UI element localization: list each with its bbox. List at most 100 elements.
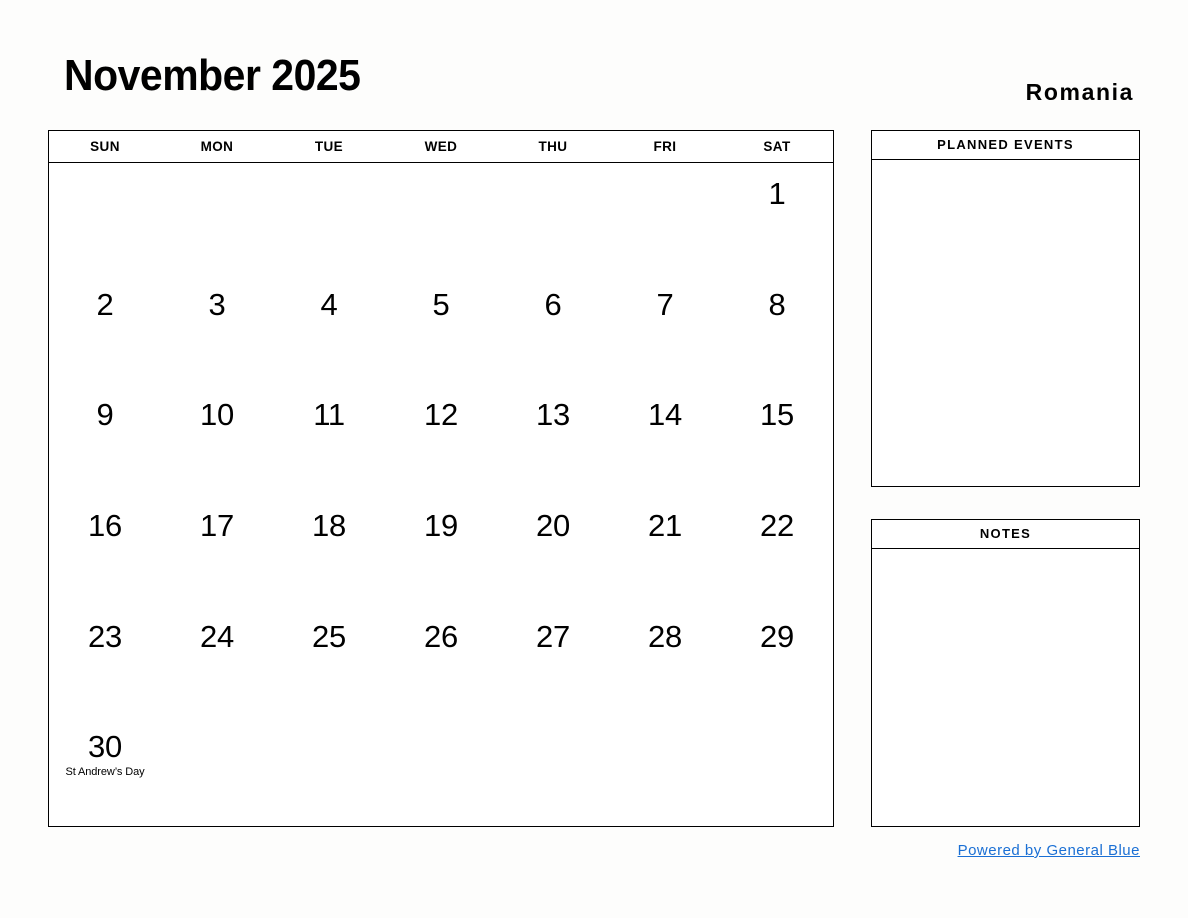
day-number: 25 — [312, 618, 346, 654]
day-number: 1 — [768, 176, 786, 211]
notes-writing-area[interactable] — [872, 549, 1139, 826]
day-cell-2[interactable]: 2 — [49, 274, 161, 385]
day-cell-9[interactable]: 9 — [49, 384, 161, 495]
day-cell-17[interactable]: 17 — [161, 495, 273, 606]
planned-events-panel: PLANNED EVENTS — [871, 130, 1140, 487]
calendar-grid: SUN MON TUE WED THU FRI SAT 1 2 3 4 5 6 7 8 9 10 11 12 13 1… — [48, 130, 834, 827]
day-number: 3 — [208, 286, 226, 322]
day-cell-18[interactable]: 18 — [273, 495, 385, 606]
day-cell-empty — [273, 716, 385, 827]
week-row: 2 3 4 5 6 7 8 — [49, 274, 833, 385]
day-cell-20[interactable]: 20 — [497, 495, 609, 606]
day-cell-26[interactable]: 26 — [385, 606, 497, 717]
day-number: 21 — [648, 508, 682, 544]
week-row: 16 17 18 19 20 21 22 — [49, 495, 833, 606]
day-number: 5 — [432, 286, 450, 322]
day-cell-12[interactable]: 12 — [385, 384, 497, 495]
day-cell-23[interactable]: 23 — [49, 606, 161, 717]
week-row: 30 St Andrew’s Day — [49, 716, 833, 827]
day-cell-empty — [609, 163, 721, 274]
day-number: 8 — [768, 286, 786, 322]
day-cell-empty — [609, 716, 721, 827]
day-cell-8[interactable]: 8 — [721, 274, 833, 385]
day-number: 2 — [96, 286, 114, 322]
weekday-header-sat: SAT — [763, 139, 791, 154]
week-row: 23 24 25 26 27 28 29 — [49, 606, 833, 717]
day-cell-21[interactable]: 21 — [609, 495, 721, 606]
day-number: 19 — [424, 508, 458, 544]
day-number: 12 — [424, 397, 458, 433]
planned-events-writing-area[interactable] — [872, 160, 1139, 486]
day-number: 11 — [313, 397, 345, 433]
weekday-header-fri: FRI — [653, 139, 677, 154]
page-header: November 2025 Romania — [48, 50, 1140, 120]
day-cell-15[interactable]: 15 — [721, 384, 833, 495]
calendar-weeks: 1 2 3 4 5 6 7 8 9 10 11 12 13 14 15 16 17 18 19 20 21 22 23 24 2… — [49, 163, 833, 827]
day-number: 7 — [656, 286, 674, 322]
footer: Powered by General Blue — [48, 842, 1140, 860]
page-title: November 2025 — [64, 51, 361, 100]
day-cell-28[interactable]: 28 — [609, 606, 721, 717]
weekday-header-tue: TUE — [314, 139, 344, 154]
day-cell-27[interactable]: 27 — [497, 606, 609, 717]
notes-panel: NOTES — [871, 519, 1140, 827]
powered-by-general-blue-link[interactable]: Powered by General Blue — [958, 842, 1140, 859]
weekday-header-mon: MON — [200, 139, 234, 154]
week-row: 9 10 11 12 13 14 15 — [49, 384, 833, 495]
notes-title: NOTES — [872, 520, 1139, 549]
day-cell-empty — [273, 163, 385, 274]
day-cell-6[interactable]: 6 — [497, 274, 609, 385]
country-label: Romania — [1025, 79, 1134, 105]
day-cell-7[interactable]: 7 — [609, 274, 721, 385]
day-number: 9 — [96, 397, 114, 433]
weekday-header-thu: THU — [538, 139, 568, 154]
day-number: 13 — [536, 397, 570, 433]
day-number: 23 — [88, 618, 122, 654]
day-cell-24[interactable]: 24 — [161, 606, 273, 717]
weekday-header-wed: WED — [424, 139, 458, 154]
day-number: 27 — [536, 618, 570, 654]
day-number: 10 — [200, 397, 234, 433]
day-cell-13[interactable]: 13 — [497, 384, 609, 495]
day-number: 29 — [760, 618, 794, 654]
day-number: 18 — [312, 508, 346, 544]
day-cell-4[interactable]: 4 — [273, 274, 385, 385]
weekday-header-row: SUN MON TUE WED THU FRI SAT — [49, 131, 833, 163]
day-cell-19[interactable]: 19 — [385, 495, 497, 606]
day-cell-5[interactable]: 5 — [385, 274, 497, 385]
day-cell-10[interactable]: 10 — [161, 384, 273, 495]
day-number: 24 — [200, 618, 234, 654]
day-cell-empty — [497, 163, 609, 274]
day-cell-3[interactable]: 3 — [161, 274, 273, 385]
day-number: 20 — [536, 508, 570, 544]
day-cell-empty — [385, 163, 497, 274]
day-cell-empty — [721, 716, 833, 827]
planned-events-title: PLANNED EVENTS — [872, 131, 1139, 160]
day-number: 30 — [88, 729, 122, 765]
day-cell-30[interactable]: 30 St Andrew’s Day — [49, 716, 161, 827]
week-row: 1 — [49, 163, 833, 274]
day-cell-14[interactable]: 14 — [609, 384, 721, 495]
day-number: 15 — [760, 397, 794, 433]
day-cell-25[interactable]: 25 — [273, 606, 385, 717]
day-number: 28 — [648, 618, 682, 654]
day-number: 16 — [88, 508, 122, 544]
day-number: 4 — [320, 286, 338, 322]
day-cell-22[interactable]: 22 — [721, 495, 833, 606]
day-cell-1[interactable]: 1 — [721, 163, 833, 274]
day-number: 26 — [424, 618, 458, 654]
day-number: 17 — [200, 508, 234, 544]
weekday-header-sun: SUN — [90, 139, 120, 154]
day-cell-empty — [497, 716, 609, 827]
day-cell-29[interactable]: 29 — [721, 606, 833, 717]
day-cell-empty — [385, 716, 497, 827]
day-cell-16[interactable]: 16 — [49, 495, 161, 606]
day-cell-empty — [49, 163, 161, 274]
day-number: 14 — [648, 397, 682, 433]
day-cell-empty — [161, 163, 273, 274]
day-cell-empty — [161, 716, 273, 827]
day-number: 6 — [544, 286, 562, 322]
day-number: 22 — [760, 508, 794, 544]
day-event-label: St Andrew’s Day — [65, 766, 145, 779]
day-cell-11[interactable]: 11 — [273, 384, 385, 495]
